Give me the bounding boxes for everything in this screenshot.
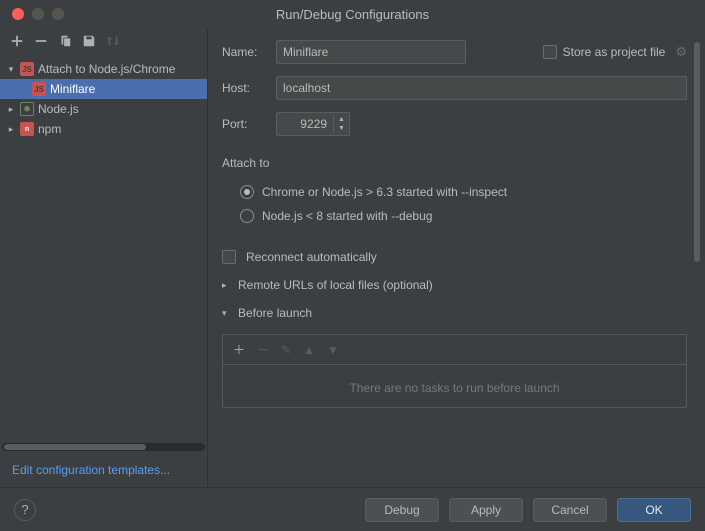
before-launch-empty: There are no tasks to run before launch — [223, 365, 686, 407]
port-label: Port: — [222, 117, 266, 131]
name-label: Name: — [222, 45, 266, 59]
npm-icon: n — [20, 122, 34, 136]
main-scrollbar[interactable] — [693, 42, 701, 487]
ok-button[interactable]: OK — [617, 498, 691, 522]
apply-button[interactable]: Apply — [449, 498, 523, 522]
move-down-icon: ▼ — [327, 343, 339, 357]
tree-group-attach[interactable]: ▾ JS Attach to Node.js/Chrome — [0, 59, 207, 79]
tree-group-label: npm — [38, 122, 61, 136]
gear-icon[interactable]: ⚙ — [675, 44, 687, 60]
before-launch-toolbar: ＋ － ✎ ▲ ▼ — [223, 335, 686, 365]
save-config-icon[interactable] — [82, 34, 96, 51]
remote-urls-label: Remote URLs of local files (optional) — [238, 278, 433, 292]
help-icon[interactable]: ? — [14, 499, 36, 521]
port-stepper[interactable]: ▲ ▼ — [333, 115, 349, 133]
attach-to-title: Attach to — [222, 156, 687, 170]
chevron-right-icon: ▸ — [6, 124, 16, 135]
scrollbar-thumb[interactable] — [694, 42, 700, 262]
store-project-checkbox[interactable] — [543, 45, 557, 59]
radio-label: Node.js < 8 started with --debug — [262, 209, 432, 223]
tree-item-miniflare[interactable]: JS Miniflare — [0, 79, 207, 99]
copy-config-icon[interactable] — [58, 34, 72, 51]
sidebar-scrollbar[interactable] — [2, 443, 205, 451]
debug-button[interactable]: Debug — [365, 498, 439, 522]
before-launch-label: Before launch — [238, 306, 312, 320]
chevron-down-icon: ▾ — [6, 64, 16, 75]
remove-config-icon[interactable] — [34, 34, 48, 51]
attach-option-inspect[interactable]: Chrome or Node.js > 6.3 started with --i… — [222, 180, 687, 204]
stepper-up-icon[interactable]: ▲ — [334, 115, 349, 124]
nodejs-icon: ⬢ — [20, 102, 34, 116]
chevron-down-icon: ▾ — [222, 308, 232, 319]
chevron-right-icon: ▸ — [222, 280, 232, 291]
config-tree: ▾ JS Attach to Node.js/Chrome JS Minifla… — [0, 57, 207, 443]
sort-config-icon — [106, 34, 120, 51]
attach-option-debug[interactable]: Node.js < 8 started with --debug — [222, 204, 687, 228]
radio-icon[interactable] — [240, 185, 254, 199]
titlebar: Run/Debug Configurations — [0, 0, 705, 28]
edit-templates-link[interactable]: Edit configuration templates... — [0, 453, 207, 487]
add-task-icon[interactable]: ＋ — [233, 341, 245, 358]
attach-icon: JS — [32, 82, 46, 96]
sidebar-toolbar — [0, 28, 207, 57]
add-config-icon[interactable] — [10, 34, 24, 51]
attach-icon: JS — [20, 62, 34, 76]
remove-task-icon: － — [257, 341, 269, 358]
reconnect-label: Reconnect automatically — [246, 250, 377, 264]
cancel-button[interactable]: Cancel — [533, 498, 607, 522]
store-project-label: Store as project file — [563, 45, 666, 59]
edit-task-icon: ✎ — [281, 343, 291, 357]
footer: ? Debug Apply Cancel OK — [0, 487, 705, 531]
port-input[interactable] — [277, 113, 333, 135]
stepper-down-icon[interactable]: ▼ — [334, 124, 349, 133]
before-launch-section[interactable]: ▾ Before launch — [222, 306, 687, 320]
reconnect-checkbox[interactable] — [222, 250, 236, 264]
chevron-right-icon: ▸ — [6, 104, 16, 115]
window-title: Run/Debug Configurations — [0, 7, 705, 22]
host-label: Host: — [222, 81, 266, 95]
tree-group-npm[interactable]: ▸ n npm — [0, 119, 207, 139]
host-input[interactable] — [276, 76, 687, 100]
before-launch-box: ＋ － ✎ ▲ ▼ There are no tasks to run befo… — [222, 334, 687, 408]
main-panel: Name: Store as project file ⚙ Host: Port… — [208, 28, 705, 487]
name-input[interactable] — [276, 40, 466, 64]
remote-urls-section[interactable]: ▸ Remote URLs of local files (optional) — [222, 278, 687, 292]
scrollbar-thumb[interactable] — [4, 444, 146, 450]
radio-icon[interactable] — [240, 209, 254, 223]
radio-label: Chrome or Node.js > 6.3 started with --i… — [262, 185, 507, 199]
tree-group-label: Attach to Node.js/Chrome — [38, 62, 175, 76]
tree-item-label: Miniflare — [50, 82, 95, 96]
sidebar: ▾ JS Attach to Node.js/Chrome JS Minifla… — [0, 28, 208, 487]
move-up-icon: ▲ — [303, 343, 315, 357]
tree-group-label: Node.js — [38, 102, 79, 116]
tree-group-nodejs[interactable]: ▸ ⬢ Node.js — [0, 99, 207, 119]
